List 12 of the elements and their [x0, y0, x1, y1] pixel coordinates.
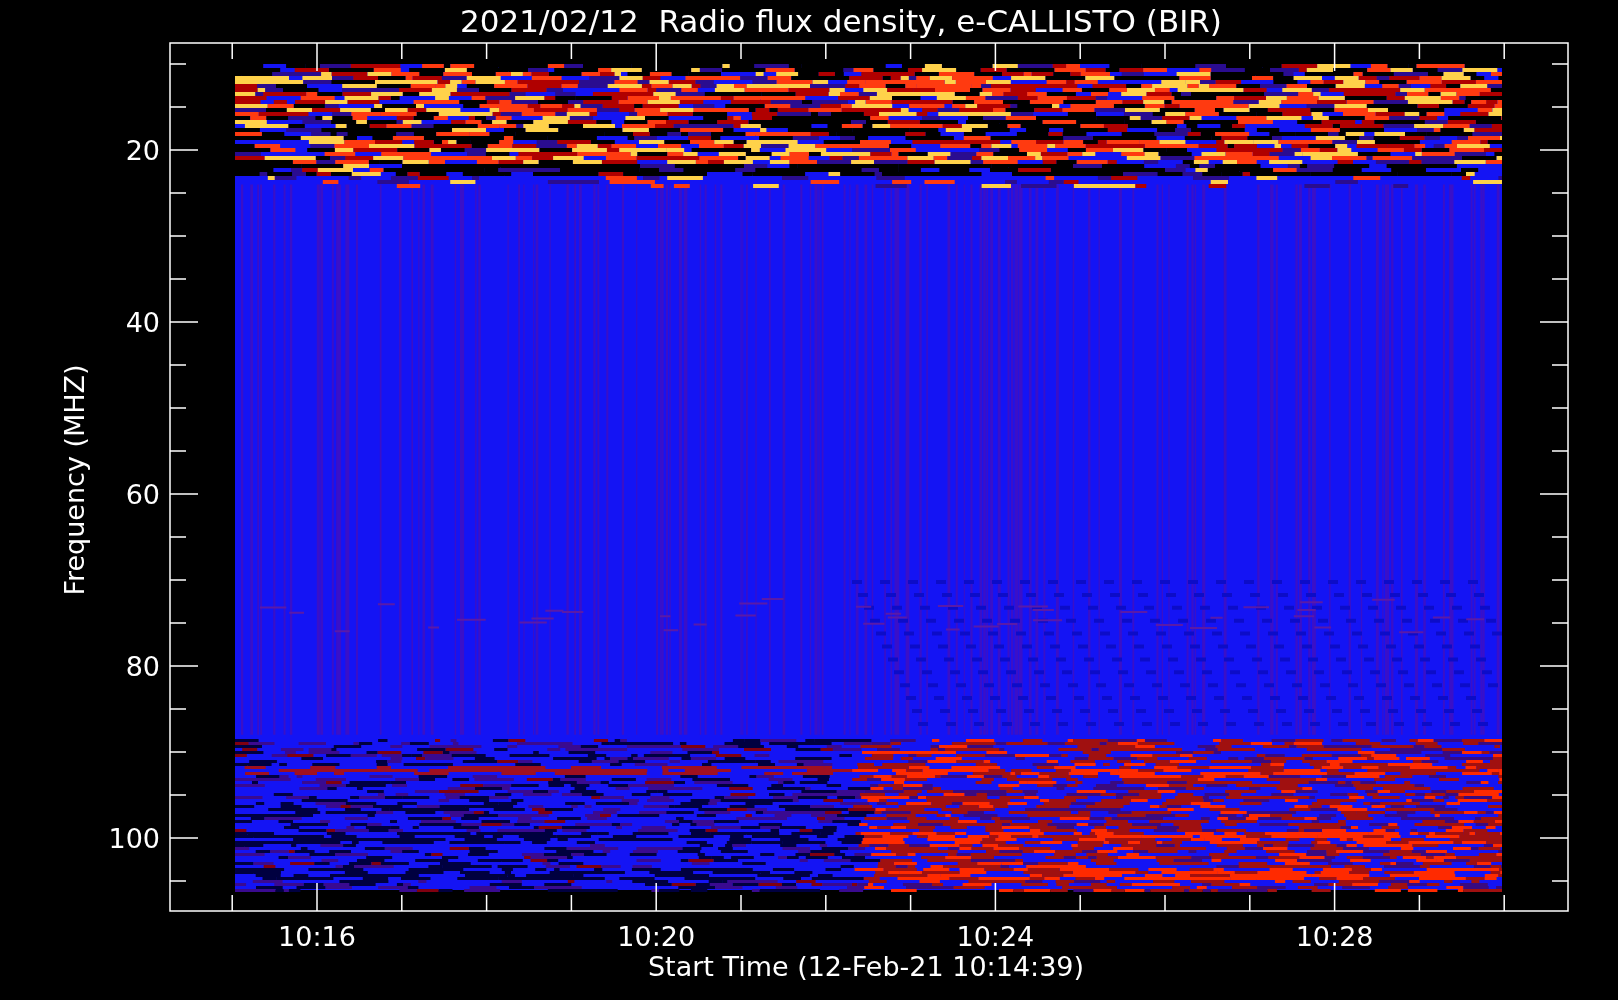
- y-tick-label: 20: [125, 135, 160, 166]
- y-tick-label: 100: [108, 823, 160, 854]
- x-tick-label: 10:20: [617, 921, 696, 952]
- chart-title: 2021/02/12 Radio flux density, e-CALLISTO (BIR): [460, 3, 1222, 39]
- y-tick-label: 40: [125, 307, 160, 338]
- x-tick-label: 10:28: [1295, 921, 1374, 952]
- x-tick-label: 10:24: [956, 921, 1035, 952]
- y-axis-label: Frequency (MHZ): [59, 364, 90, 596]
- x-tick-label: 10:16: [278, 921, 356, 952]
- y-tick-label: 60: [125, 479, 160, 510]
- y-tick-label: 80: [125, 651, 160, 682]
- x-axis-label: Start Time (12-Feb-21 10:14:39): [647, 951, 1085, 982]
